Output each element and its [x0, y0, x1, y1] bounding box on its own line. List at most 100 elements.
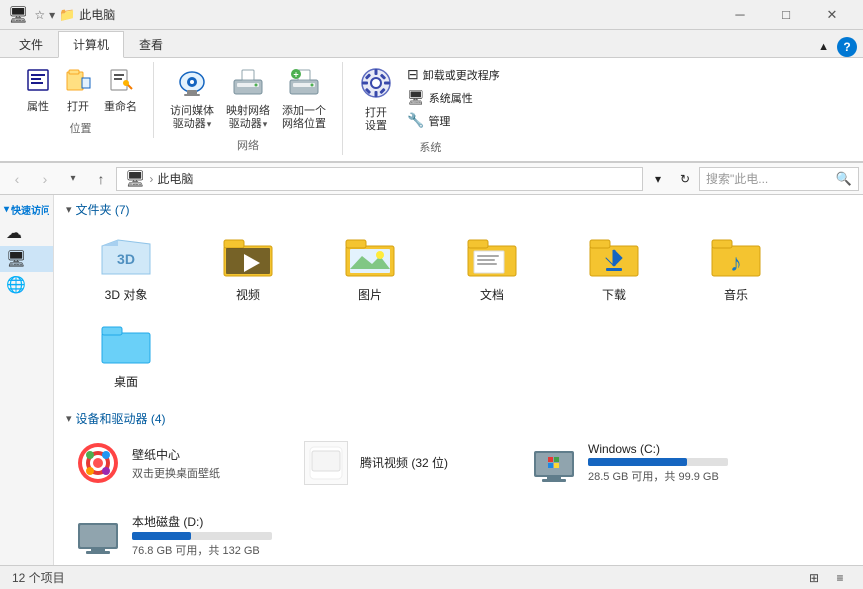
- address-bar: ‹ › ▾ ↑ 🖥 › 此电脑 ▾ ↻ 搜索"此电... 🔍: [0, 163, 863, 195]
- sidebar-quick-access[interactable]: ▾ 快速访问: [0, 199, 53, 220]
- local-d-info: 本地磁盘 (D:) 76.8 GB 可用，共 132 GB: [132, 513, 278, 558]
- folder-3d[interactable]: 3D 3D 对象: [66, 224, 186, 309]
- close-button[interactable]: ✕: [809, 0, 855, 30]
- network-group-label: 网络: [237, 137, 259, 153]
- local-d-size: 76.8 GB 可用，共 132 GB: [132, 542, 278, 558]
- status-bar-right: ⊞ ≡: [803, 567, 851, 589]
- ribbon-content: 属性 打开 重命名 位置 访问媒体驱动器▾: [0, 58, 863, 163]
- folder-3d-name: 3D 对象: [105, 286, 148, 303]
- view-icon-list[interactable]: ≡: [829, 567, 851, 589]
- properties-button[interactable]: 属性: [20, 64, 56, 116]
- folder-video[interactable]: 视频: [188, 224, 308, 309]
- ribbon-location-items: 属性 打开 重命名: [20, 64, 141, 116]
- sidebar-item-thispc[interactable]: 🖥: [0, 246, 53, 272]
- windows-c-size: 28.5 GB 可用，共 99.9 GB: [588, 468, 734, 484]
- forward-button[interactable]: ›: [32, 167, 58, 191]
- add-network-icon: +: [288, 66, 320, 103]
- folders-section-header[interactable]: ▾ 文件夹 (7): [66, 201, 851, 218]
- address-path[interactable]: 🖥 › 此电脑: [116, 167, 643, 191]
- tab-file[interactable]: 文件: [4, 31, 58, 57]
- drives-grid: 壁纸中心 双击更换桌面壁纸 腾讯视频 (32 位): [66, 433, 851, 565]
- folders-title: 文件夹 (7): [76, 201, 130, 218]
- tencent-name: 腾讯视频 (32 位): [360, 454, 506, 471]
- help-button[interactable]: ?: [837, 37, 857, 57]
- ribbon-network-items: 访问媒体驱动器▾ 映射网络驱动器▾ + 添加一个网络位置: [166, 64, 330, 133]
- open-settings-button[interactable]: 打开设置: [355, 64, 397, 135]
- folder-video-icon-wrap: [218, 230, 278, 282]
- tencent-info: 腾讯视频 (32 位): [360, 454, 506, 473]
- access-media-label: 访问媒体驱动器▾: [170, 105, 214, 131]
- ribbon-system-items: 打开设置 ⊟ 卸载或更改程序 🖥 系统属性 🔧 管理: [355, 64, 506, 135]
- system-right-btns: ⊟ 卸载或更改程序 🖥 系统属性 🔧 管理: [401, 64, 506, 131]
- open-button[interactable]: 打开: [60, 64, 96, 116]
- drive-windows-c[interactable]: Windows (C:) 28.5 GB 可用，共 99.9 GB: [522, 433, 742, 493]
- access-media-icon: [176, 66, 208, 103]
- local-d-bar-fill: [132, 532, 191, 540]
- map-network-label: 映射网络驱动器▾: [226, 105, 270, 131]
- wallpaper-name: 壁纸中心: [132, 446, 278, 463]
- windows-c-bar-fill: [588, 458, 687, 466]
- folder-download[interactable]: 下载: [554, 224, 674, 309]
- folder-picture[interactable]: 图片: [310, 224, 430, 309]
- title-bar-folder-icon: 📁: [59, 7, 75, 23]
- folder-picture-name: 图片: [358, 286, 382, 303]
- address-separator: ›: [149, 172, 153, 186]
- title-bar-separator1: ▾: [49, 8, 55, 22]
- folder-music[interactable]: ♪ 音乐: [676, 224, 796, 309]
- back-button[interactable]: ‹: [4, 167, 30, 191]
- quick-access-label: 快速访问: [11, 202, 49, 217]
- tab-computer[interactable]: 计算机: [58, 31, 124, 58]
- properties-label: 属性: [27, 101, 49, 114]
- folder-doc[interactable]: 文档: [432, 224, 552, 309]
- folder-music-name: 音乐: [724, 286, 748, 303]
- search-icon[interactable]: 🔍: [836, 171, 852, 187]
- rename-button[interactable]: 重命名: [100, 64, 141, 116]
- manage-label: 管理: [428, 113, 450, 129]
- sys-properties-icon: 🖥: [407, 89, 425, 106]
- recent-locations-button[interactable]: ▾: [60, 167, 86, 191]
- search-box[interactable]: 搜索"此电... 🔍: [699, 167, 859, 191]
- folder-desktop-icon-wrap: [96, 317, 156, 369]
- refresh-button[interactable]: ↻: [673, 167, 697, 191]
- ribbon-collapse-icon[interactable]: ▲: [818, 41, 829, 53]
- address-path-icon: 🖥: [125, 169, 145, 189]
- uninstall-button[interactable]: ⊟ 卸载或更改程序: [401, 64, 506, 85]
- search-placeholder: 搜索"此电...: [706, 170, 836, 187]
- add-network-button[interactable]: + 添加一个网络位置: [278, 64, 330, 133]
- dropdown-button[interactable]: ▾: [645, 172, 671, 186]
- open-settings-label: 打开设置: [365, 107, 387, 133]
- view-icon-grid[interactable]: ⊞: [803, 567, 825, 589]
- access-media-button[interactable]: 访问媒体驱动器▾: [166, 64, 218, 133]
- sidebar-item-onedrive[interactable]: ☁: [0, 220, 53, 246]
- tab-view[interactable]: 查看: [124, 31, 178, 57]
- folder-desktop[interactable]: 桌面: [66, 311, 186, 396]
- rename-icon: [107, 66, 135, 99]
- map-network-button[interactable]: 映射网络驱动器▾: [222, 64, 274, 133]
- main-area: ▾ 快速访问 ☁ 🖥 🌐 ▾ 文件夹 (7): [0, 195, 863, 565]
- local-d-bar-bg: [132, 532, 272, 540]
- local-d-name: 本地磁盘 (D:): [132, 513, 278, 530]
- map-network-icon: [232, 66, 264, 103]
- manage-button[interactable]: 🔧 管理: [401, 110, 506, 131]
- up-button[interactable]: ↑: [88, 167, 114, 191]
- settings-icon: [359, 66, 393, 105]
- status-bar: 12 个项目 ⊞ ≡: [0, 565, 863, 589]
- maximize-button[interactable]: □: [763, 0, 809, 30]
- sys-properties-button[interactable]: 🖥 系统属性: [401, 87, 506, 108]
- drive-wallpaper[interactable]: 壁纸中心 双击更换桌面壁纸: [66, 433, 286, 493]
- folder-desktop-name: 桌面: [114, 373, 138, 390]
- folder-download-name: 下载: [602, 286, 626, 303]
- wallpaper-icon-wrap: [74, 439, 122, 487]
- open-label: 打开: [67, 101, 89, 114]
- sidebar-item-network[interactable]: 🌐: [0, 272, 53, 298]
- ribbon-tabs: 文件 计算机 查看 ▲ ?: [0, 30, 863, 58]
- content-area: ▾ 文件夹 (7) 3D 3D 对象: [54, 195, 863, 565]
- drive-local-d[interactable]: 本地磁盘 (D:) 76.8 GB 可用，共 132 GB: [66, 505, 286, 565]
- minimize-button[interactable]: ─: [717, 0, 763, 30]
- drive-tencent[interactable]: 腾讯视频 (32 位): [294, 433, 514, 493]
- drives-section-header[interactable]: ▾ 设备和驱动器 (4): [66, 410, 851, 427]
- wallpaper-info: 壁纸中心 双击更换桌面壁纸: [132, 446, 278, 481]
- sidebar: ▾ 快速访问 ☁ 🖥 🌐: [0, 195, 54, 565]
- folders-chevron: ▾: [66, 203, 72, 216]
- folder-doc-name: 文档: [480, 286, 504, 303]
